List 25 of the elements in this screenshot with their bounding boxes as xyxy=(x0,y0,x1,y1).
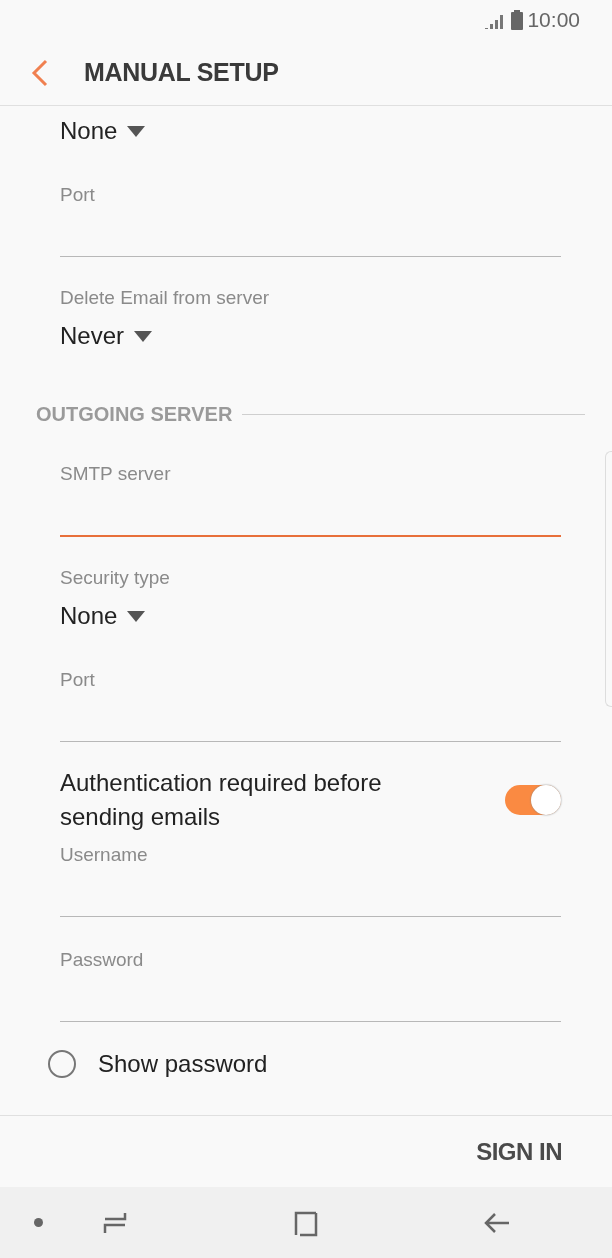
dropdown[interactable]: None xyxy=(60,595,146,637)
toggle-switch[interactable] xyxy=(505,785,561,815)
field-label: Username xyxy=(60,843,148,867)
dropdown-arrow-icon xyxy=(127,125,146,137)
checkbox[interactable] xyxy=(48,1050,76,1078)
field-label: Port xyxy=(60,668,95,692)
edge-panel-handle[interactable] xyxy=(605,451,612,707)
battery-icon xyxy=(511,10,524,30)
dropdown[interactable]: None xyxy=(60,110,146,152)
field-label: Port xyxy=(60,183,95,207)
section-heading: OUTGOING SERVER xyxy=(36,402,233,427)
sign-in-button[interactable]: SIGN IN xyxy=(476,1133,562,1170)
clock: 10:00 xyxy=(527,8,580,32)
toggle-label: Authentication required before sending emails xyxy=(60,768,383,832)
field-label: Password xyxy=(60,948,144,972)
field-label: Security type xyxy=(60,566,170,590)
dot-icon xyxy=(34,1218,43,1227)
field-label: SMTP server xyxy=(60,462,171,486)
dropdown-arrow-icon xyxy=(127,610,146,622)
screen-title: MANUAL SETUP xyxy=(84,58,279,87)
checkbox-label: Show password xyxy=(98,1050,268,1078)
dropdown-arrow-icon xyxy=(134,330,153,342)
back-icon[interactable] xyxy=(30,58,50,87)
field-label: Delete Email from server xyxy=(60,286,270,310)
dropdown[interactable]: Never xyxy=(60,315,153,357)
